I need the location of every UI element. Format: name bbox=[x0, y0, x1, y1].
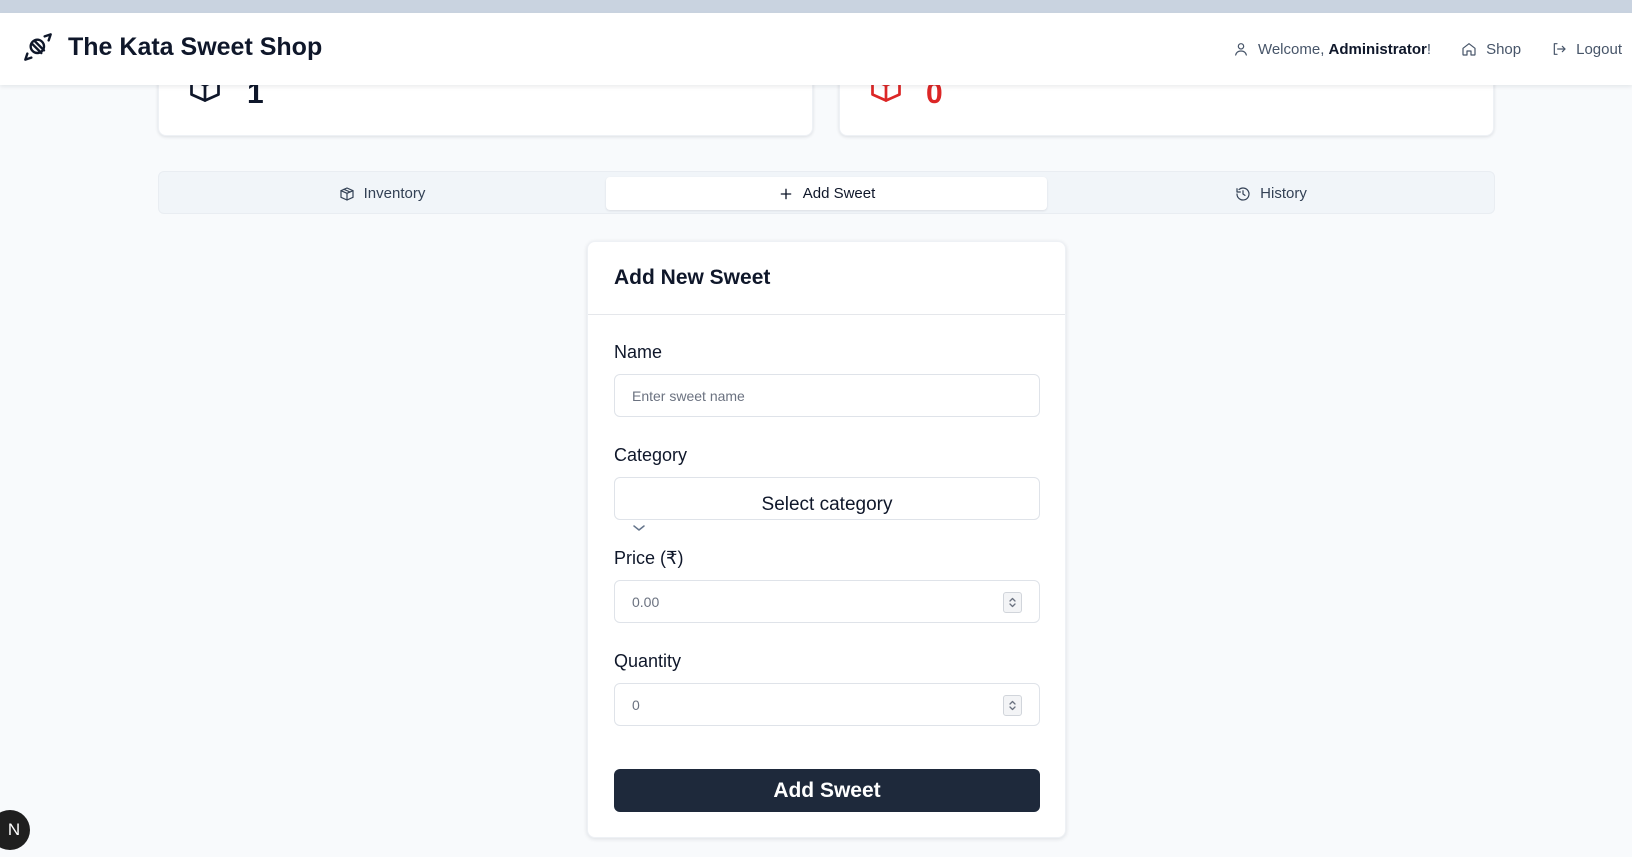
tab-history[interactable]: History bbox=[1048, 177, 1494, 210]
price-input[interactable] bbox=[632, 581, 1012, 622]
admin-tabs: Inventory Add Sweet History bbox=[158, 171, 1495, 214]
add-sweet-button[interactable]: Add Sweet bbox=[614, 769, 1040, 812]
add-sweet-form: Add New Sweet Name Category Select categ… bbox=[587, 241, 1066, 838]
quantity-stepper[interactable] bbox=[1003, 695, 1022, 716]
badge-letter: N bbox=[7, 820, 21, 839]
welcome-prefix: Welcome, bbox=[1257, 40, 1325, 58]
quantity-input[interactable] bbox=[632, 684, 1012, 725]
brand[interactable]: The Kata Sweet Shop bbox=[22, 31, 322, 63]
welcome-message: Welcome, Administrator! bbox=[1233, 41, 1431, 58]
category-label: Category bbox=[614, 445, 688, 465]
category-select[interactable]: Select category bbox=[614, 477, 1040, 520]
package-icon bbox=[340, 186, 354, 201]
tab-add-sweet-label: Add Sweet bbox=[802, 185, 876, 202]
logout-button[interactable]: Logout bbox=[1551, 41, 1622, 58]
price-field[interactable] bbox=[614, 580, 1040, 623]
header-nav: Welcome, Administrator! Shop Logout bbox=[1203, 13, 1622, 85]
plus-icon bbox=[780, 188, 792, 199]
name-label: Name bbox=[614, 342, 663, 362]
user-icon bbox=[1235, 43, 1247, 56]
form-header: Add New Sweet bbox=[588, 242, 1065, 315]
logout-label: Logout bbox=[1576, 40, 1622, 58]
app-header: The Kata Sweet Shop Welcome, Administrat… bbox=[0, 13, 1632, 85]
history-icon bbox=[1236, 186, 1250, 201]
shop-label: Shop bbox=[1486, 40, 1522, 58]
category-selected-value: Select category bbox=[761, 494, 893, 515]
name-field[interactable] bbox=[614, 374, 1040, 417]
price-stepper[interactable] bbox=[1003, 592, 1022, 613]
tab-inventory[interactable]: Inventory bbox=[159, 177, 605, 210]
welcome-user-name: Administrator bbox=[1328, 40, 1427, 58]
quantity-label: Quantity bbox=[614, 651, 682, 671]
tab-history-label: History bbox=[1260, 185, 1307, 202]
shop-link[interactable]: Shop bbox=[1461, 41, 1521, 58]
dev-tools-badge[interactable]: N bbox=[0, 810, 30, 850]
candy-icon bbox=[24, 33, 52, 61]
tab-inventory-label: Inventory bbox=[363, 185, 426, 202]
app-title: The Kata Sweet Shop bbox=[68, 32, 323, 61]
home-icon bbox=[1462, 43, 1476, 56]
logout-icon bbox=[1553, 43, 1566, 55]
welcome-suffix: ! bbox=[1426, 40, 1432, 58]
name-input[interactable] bbox=[632, 375, 1012, 416]
browser-top-strip bbox=[0, 0, 1632, 13]
chevron-down-icon[interactable] bbox=[632, 523, 646, 533]
form-title: Add New Sweet bbox=[614, 266, 771, 289]
quantity-field[interactable] bbox=[614, 683, 1040, 726]
tab-add-sweet[interactable]: Add Sweet bbox=[606, 177, 1047, 210]
stepper-arrows-icon bbox=[1009, 700, 1016, 711]
price-label: Price (₹) bbox=[614, 548, 684, 568]
stepper-arrows-icon bbox=[1009, 597, 1016, 608]
